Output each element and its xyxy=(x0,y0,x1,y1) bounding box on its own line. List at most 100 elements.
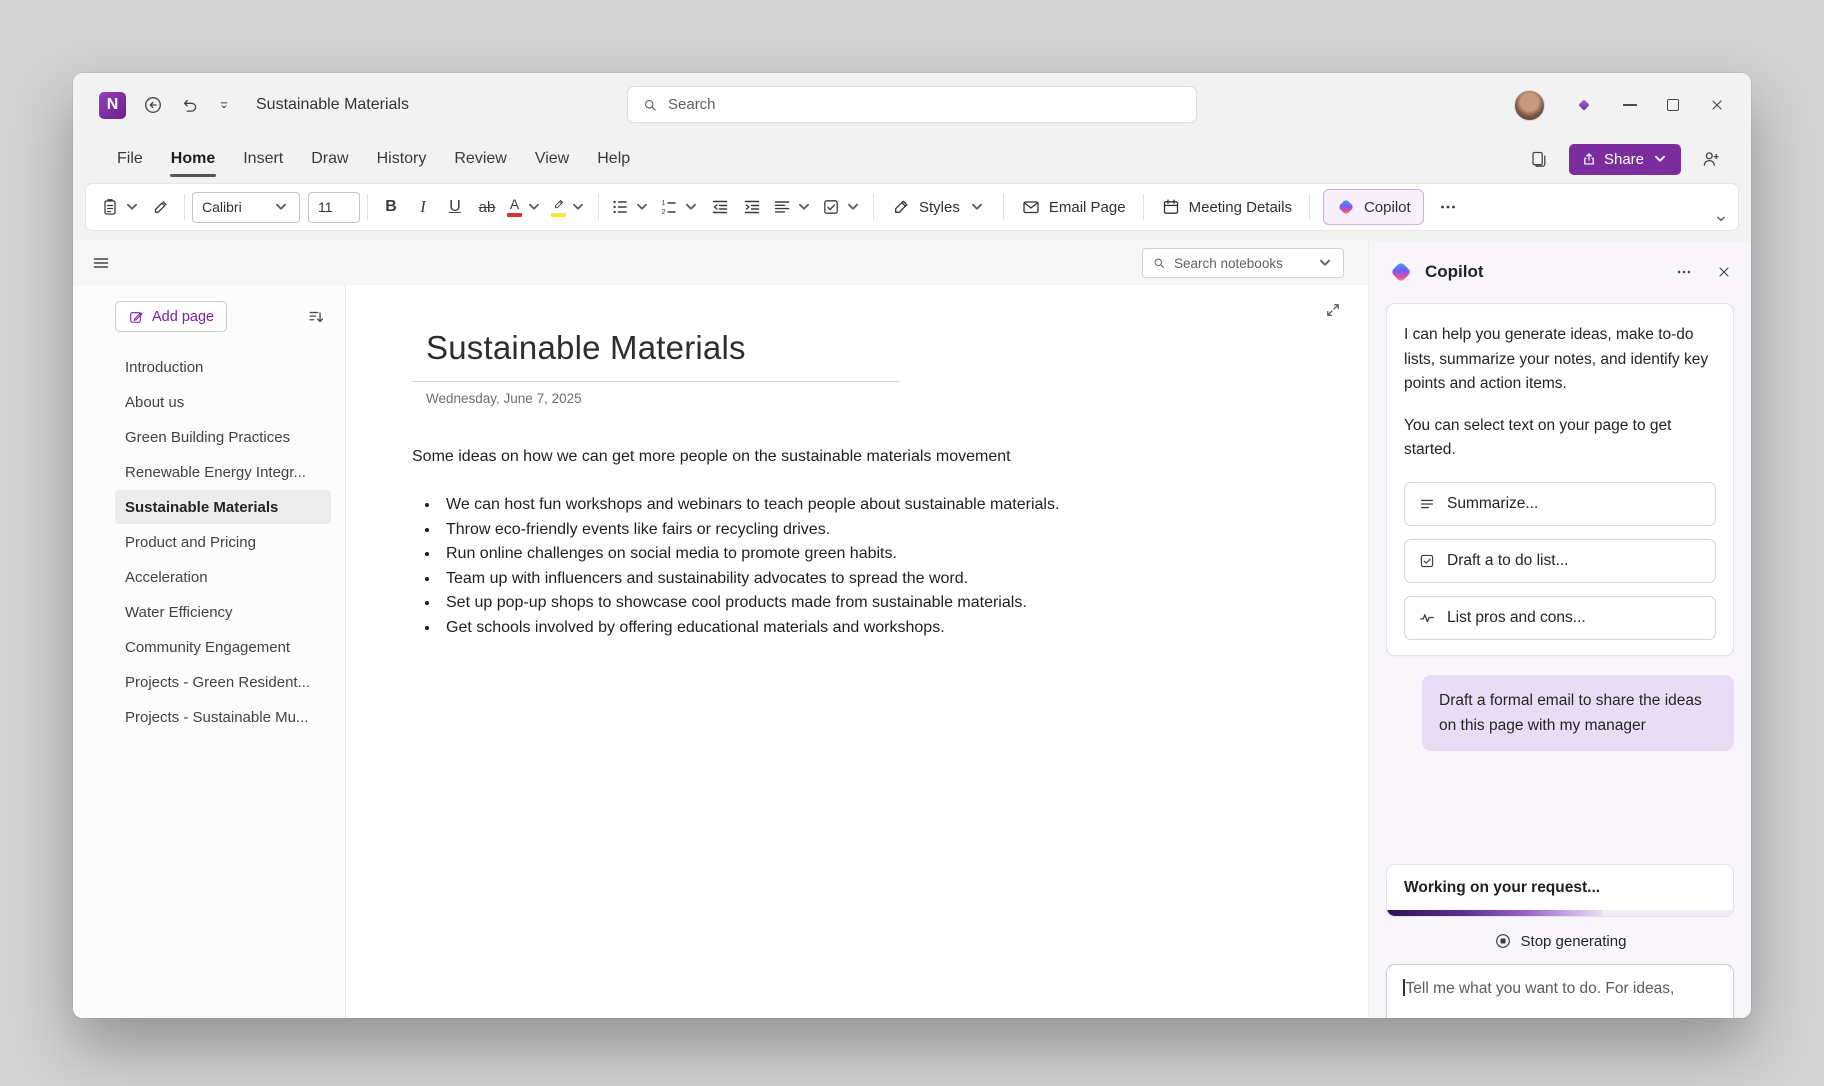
bullet-item[interactable]: We can host fun workshops and webinars t… xyxy=(440,493,1328,518)
avatar[interactable] xyxy=(1514,90,1545,121)
back-icon[interactable] xyxy=(143,95,163,115)
todo-tag-icon xyxy=(821,197,841,217)
draft-todo-button[interactable]: Draft a to do list... xyxy=(1404,539,1716,583)
font-name-combo[interactable]: Calibri xyxy=(192,192,300,223)
add-people-icon[interactable] xyxy=(1701,149,1721,169)
email-icon xyxy=(1021,197,1041,217)
tab-insert[interactable]: Insert xyxy=(229,137,297,181)
numbered-list-button[interactable] xyxy=(655,189,704,225)
page-canvas[interactable]: Sustainable Materials Wednesday, June 7,… xyxy=(346,285,1368,1018)
onenote-window: N Sustainable Materials Search File Home xyxy=(73,73,1751,1018)
page-intro-text[interactable]: Some ideas on how we can get more people… xyxy=(412,448,1328,466)
tab-history[interactable]: History xyxy=(363,137,441,181)
indent-button[interactable] xyxy=(736,189,768,225)
sidebar-page-item[interactable]: Introduction xyxy=(115,350,331,384)
sidebar-page-item[interactable]: Water Efficiency xyxy=(115,595,331,629)
align-button[interactable] xyxy=(768,189,817,225)
stop-generating-button[interactable]: Stop generating xyxy=(1494,932,1627,950)
quick-access-icon[interactable] xyxy=(217,98,231,112)
sidebar-page-item[interactable]: Renewable Energy Integr... xyxy=(115,455,331,489)
bullet-list-button[interactable] xyxy=(606,189,655,225)
meeting-details-button[interactable]: Meeting Details xyxy=(1151,189,1302,225)
tab-review[interactable]: Review xyxy=(440,137,520,181)
undo-icon[interactable] xyxy=(180,95,200,115)
premium-diamond-icon[interactable] xyxy=(1575,96,1593,114)
numbered-list-chevron[interactable] xyxy=(682,198,700,216)
toolbar-overflow-button[interactable] xyxy=(1432,189,1464,225)
onenote-logo: N xyxy=(99,92,126,119)
copilot-more-button[interactable] xyxy=(1675,263,1693,281)
sidebar-page-item[interactable]: Green Building Practices xyxy=(115,420,331,454)
sidebar-page-item[interactable]: Projects - Sustainable Mu... xyxy=(115,700,331,734)
outdent-button[interactable] xyxy=(704,189,736,225)
bullet-item[interactable]: Set up pop-up shops to showcase cool pro… xyxy=(440,591,1328,616)
copilot-close-button[interactable] xyxy=(1716,264,1732,280)
utility-bar: Search notebooks xyxy=(73,241,1368,285)
sidebar-page-item[interactable]: About us xyxy=(115,385,331,419)
search-notebooks-input[interactable]: Search notebooks xyxy=(1142,248,1344,278)
chevron-down-icon[interactable] xyxy=(349,198,350,216)
tab-home[interactable]: Home xyxy=(157,137,229,181)
chevron-down-icon[interactable] xyxy=(272,198,290,216)
italic-button[interactable]: I xyxy=(407,189,439,225)
styles-chevron[interactable] xyxy=(968,198,986,216)
progress-bar xyxy=(1387,910,1733,916)
sidebar-page-item[interactable]: Acceleration xyxy=(115,560,331,594)
text-cursor xyxy=(1403,979,1405,996)
strikethrough-button[interactable]: ab xyxy=(471,189,503,225)
copilot-prompt-input[interactable]: Tell me what you want to do. For ideas, xyxy=(1386,964,1734,1018)
global-search-input[interactable]: Search xyxy=(627,86,1197,123)
email-page-button[interactable]: Email Page xyxy=(1011,189,1136,225)
expand-icon[interactable] xyxy=(1324,301,1342,319)
tab-help[interactable]: Help xyxy=(583,137,644,181)
sidebar-page-item[interactable]: Projects - Green Resident... xyxy=(115,665,331,699)
page-title[interactable]: Sustainable Materials xyxy=(426,329,899,367)
working-status-text: Working on your request... xyxy=(1387,865,1733,910)
formatting-toolbar: Calibri 11 B I U ab A xyxy=(85,183,1739,231)
pros-cons-button[interactable]: List pros and cons... xyxy=(1404,596,1716,640)
styles-pen-icon xyxy=(891,197,911,217)
maximize-button[interactable] xyxy=(1667,99,1679,111)
styles-button[interactable]: Styles xyxy=(881,189,996,225)
bullet-item[interactable]: Throw eco-friendly events like fairs or … xyxy=(440,518,1328,543)
sidebar-page-item-selected[interactable]: Sustainable Materials xyxy=(115,490,331,524)
paste-chevron[interactable] xyxy=(123,198,141,216)
chevron-down-icon[interactable] xyxy=(1316,254,1334,272)
collapse-ribbon-icon[interactable] xyxy=(1714,212,1728,226)
add-page-button[interactable]: Add page xyxy=(115,301,227,332)
page-view-icon[interactable] xyxy=(1529,149,1549,169)
search-icon xyxy=(642,97,658,113)
stop-icon xyxy=(1494,932,1512,950)
format-painter-button[interactable] xyxy=(145,189,177,225)
bold-button[interactable]: B xyxy=(375,189,407,225)
todo-tag-chevron[interactable] xyxy=(844,198,862,216)
hamburger-icon[interactable] xyxy=(91,253,111,273)
sort-icon[interactable] xyxy=(307,308,325,326)
font-size-combo[interactable]: 11 xyxy=(308,192,360,223)
summarize-button[interactable]: Summarize... xyxy=(1404,482,1716,526)
bullet-list-chevron[interactable] xyxy=(633,198,651,216)
highlight-button[interactable] xyxy=(547,189,591,225)
bullet-item[interactable]: Team up with influencers and sustainabil… xyxy=(440,567,1328,592)
separator xyxy=(1003,194,1004,220)
tab-file[interactable]: File xyxy=(103,137,157,181)
minimize-button[interactable] xyxy=(1623,104,1637,106)
paste-button[interactable] xyxy=(96,189,145,225)
font-color-button[interactable]: A xyxy=(503,189,547,225)
share-button[interactable]: Share xyxy=(1569,144,1681,175)
sidebar-page-item[interactable]: Product and Pricing xyxy=(115,525,331,559)
align-icon xyxy=(772,197,792,217)
align-chevron[interactable] xyxy=(795,198,813,216)
close-button[interactable] xyxy=(1709,97,1725,113)
bullet-item[interactable]: Get schools involved by offering educati… xyxy=(440,616,1328,641)
font-color-icon: A xyxy=(507,198,522,217)
font-color-chevron[interactable] xyxy=(525,198,543,216)
tab-view[interactable]: View xyxy=(521,137,583,181)
sidebar-page-item[interactable]: Community Engagement xyxy=(115,630,331,664)
copilot-toolbar-button[interactable]: Copilot xyxy=(1323,189,1424,225)
underline-button[interactable]: U xyxy=(439,189,471,225)
bullet-item[interactable]: Run online challenges on social media to… xyxy=(440,542,1328,567)
todo-tag-button[interactable] xyxy=(817,189,866,225)
highlight-chevron[interactable] xyxy=(569,198,587,216)
tab-draw[interactable]: Draw xyxy=(297,137,362,181)
